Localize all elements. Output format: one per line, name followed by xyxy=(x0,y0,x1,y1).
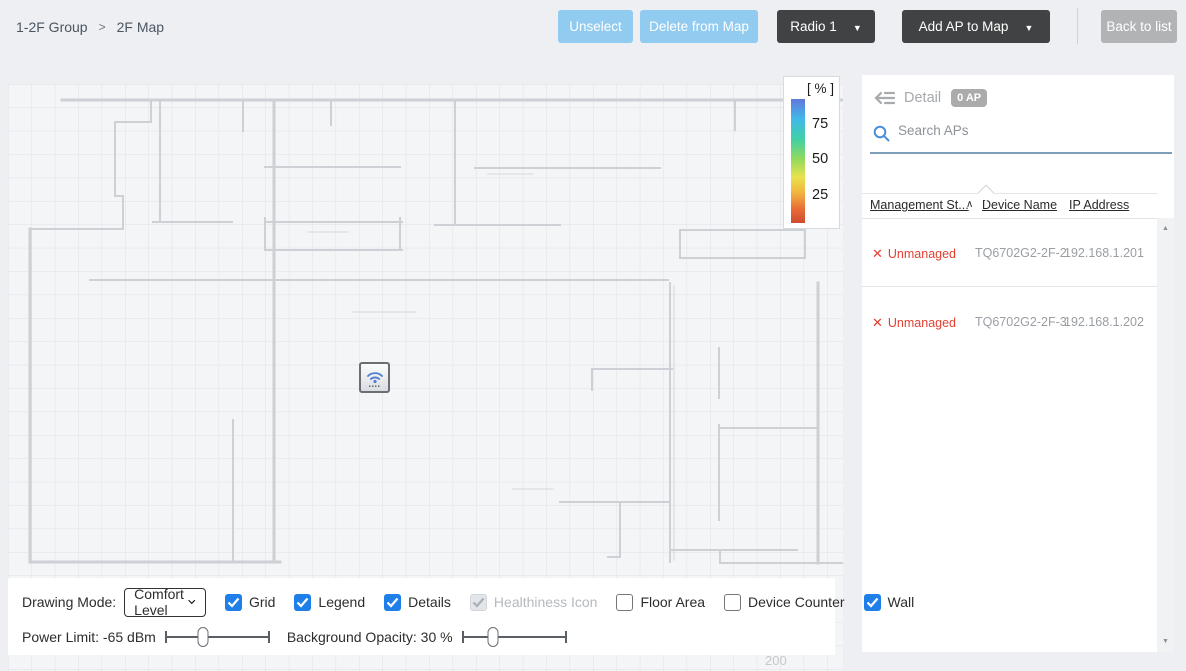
ip-address-cell: 192.168.1.202 xyxy=(1064,315,1144,329)
wifi-icon xyxy=(364,367,386,389)
checkbox-wall[interactable]: Wall xyxy=(864,594,915,611)
detail-panel-header: Detail 0 AP xyxy=(873,89,987,107)
column-header-management-status[interactable]: Management St... xyxy=(870,198,969,212)
background-opacity-label: Background Opacity: 30 % xyxy=(287,629,453,645)
slider-track-end xyxy=(565,631,567,643)
toolbar-divider xyxy=(1077,8,1078,44)
caret-down-icon: ▼ xyxy=(1024,23,1033,33)
breadcrumb: 1-2F Group > 2F Map xyxy=(16,19,164,35)
collapse-detail-icon[interactable] xyxy=(873,90,896,106)
checkbox-checked-icon xyxy=(294,594,311,611)
background-opacity-slider[interactable] xyxy=(462,626,567,648)
slider-track xyxy=(165,636,270,638)
breadcrumb-current-page: 2F Map xyxy=(117,19,164,35)
legend-tick-25: 25 xyxy=(812,187,828,203)
map-control-bar: Drawing Mode: Comfort Level Grid Legend … xyxy=(8,578,835,655)
breadcrumb-group-link[interactable]: 1-2F Group xyxy=(16,19,88,35)
checkbox-grid-label: Grid xyxy=(249,594,275,610)
management-status-cell: ✕ Unmanaged xyxy=(872,315,956,331)
search-icon xyxy=(873,125,890,142)
ap-table-row[interactable]: ✕ Unmanaged TQ6702G2-2F-2 192.168.1.201 xyxy=(862,219,1158,287)
column-header-device-name[interactable]: Device Name xyxy=(982,198,1057,212)
device-name-cell: TQ6702G2-2F-2 xyxy=(975,246,1067,260)
power-limit-label: Power Limit: -65 dBm xyxy=(22,629,156,645)
radio-dropdown-label: Radio 1 xyxy=(790,19,837,34)
search-underline xyxy=(870,152,1172,154)
chevron-down-icon xyxy=(188,598,195,606)
back-to-list-button[interactable]: Back to list xyxy=(1101,10,1177,43)
checkbox-device-counter[interactable]: Device Counter xyxy=(724,594,845,611)
checkbox-checked-icon xyxy=(864,594,881,611)
drawing-mode-value: Comfort Level xyxy=(134,586,188,618)
drawing-mode-select[interactable]: Comfort Level xyxy=(124,588,206,617)
checkbox-grid[interactable]: Grid xyxy=(225,594,275,611)
checkbox-unchecked-icon xyxy=(616,594,633,611)
caret-down-icon: ▼ xyxy=(853,23,862,33)
legend-tick-50: 50 xyxy=(812,151,828,167)
status-text: Unmanaged xyxy=(888,247,956,261)
scrollbar-down-icon[interactable]: ▼ xyxy=(1157,638,1174,645)
table-scrollbar[interactable]: ▲ ▼ xyxy=(1157,218,1174,652)
management-status-cell: ✕ Unmanaged xyxy=(872,246,956,262)
checkbox-healthiness-icon: Healthiness Icon xyxy=(470,594,598,611)
checkbox-device-counter-label: Device Counter xyxy=(748,594,845,610)
unmanaged-x-icon: ✕ xyxy=(872,246,883,262)
drawing-mode-label: Drawing Mode: xyxy=(22,594,116,610)
add-ap-dropdown-label: Add AP to Map xyxy=(919,19,1009,34)
checkbox-checked-icon xyxy=(225,594,242,611)
slider-track-end xyxy=(268,631,270,643)
checkbox-details-label: Details xyxy=(408,594,451,610)
power-limit-slider-thumb[interactable] xyxy=(197,627,208,647)
ip-address-cell: 192.168.1.201 xyxy=(1064,246,1144,260)
breadcrumb-separator: > xyxy=(99,20,106,34)
unselect-button[interactable]: Unselect xyxy=(558,10,633,43)
checkbox-legend-label: Legend xyxy=(318,594,365,610)
ap-device-icon[interactable] xyxy=(359,362,390,393)
detail-panel-title: Detail xyxy=(904,90,941,106)
legend-title: [ % ] xyxy=(807,81,834,96)
checkbox-unchecked-icon xyxy=(724,594,741,611)
floor-plan-scale-text: 200 xyxy=(765,653,787,668)
checkbox-floor-area[interactable]: Floor Area xyxy=(616,594,705,611)
delete-from-map-button[interactable]: Delete from Map xyxy=(640,10,758,43)
checkbox-checked-icon xyxy=(384,594,401,611)
add-ap-to-map-dropdown[interactable]: Add AP to Map ▼ xyxy=(902,10,1050,43)
panel-divider xyxy=(862,193,1158,194)
status-text: Unmanaged xyxy=(888,316,956,330)
background-opacity-slider-thumb[interactable] xyxy=(488,627,499,647)
checkbox-details[interactable]: Details xyxy=(384,594,451,611)
scrollbar-up-icon[interactable]: ▲ xyxy=(1157,225,1174,232)
column-header-ip-address[interactable]: IP Address xyxy=(1069,198,1129,212)
checkbox-disabled-checked-icon xyxy=(470,594,487,611)
checkbox-healthiness-label: Healthiness Icon xyxy=(494,594,598,610)
checkbox-floor-area-label: Floor Area xyxy=(640,594,705,610)
unmanaged-x-icon: ✕ xyxy=(872,315,883,331)
legend-box: [ % ] 75 50 25 xyxy=(783,76,840,229)
legend-tick-75: 75 xyxy=(812,116,828,132)
radio-dropdown[interactable]: Radio 1 ▼ xyxy=(777,10,875,43)
ap-detail-panel: Detail 0 AP Management St... ∧ Device Na… xyxy=(862,75,1174,652)
ap-table-row[interactable]: ✕ Unmanaged TQ6702G2-2F-3 192.168.1.202 xyxy=(862,288,1158,356)
slider-track xyxy=(462,636,567,638)
checkbox-wall-label: Wall xyxy=(888,594,915,610)
device-name-cell: TQ6702G2-2F-3 xyxy=(975,315,1067,329)
legend-gradient-bar xyxy=(791,99,805,223)
ap-count-badge: 0 AP xyxy=(951,89,987,107)
search-aps-input[interactable] xyxy=(898,123,1153,138)
checkbox-legend[interactable]: Legend xyxy=(294,594,365,611)
sort-ascending-icon: ∧ xyxy=(966,199,973,210)
power-limit-slider[interactable] xyxy=(165,626,270,648)
